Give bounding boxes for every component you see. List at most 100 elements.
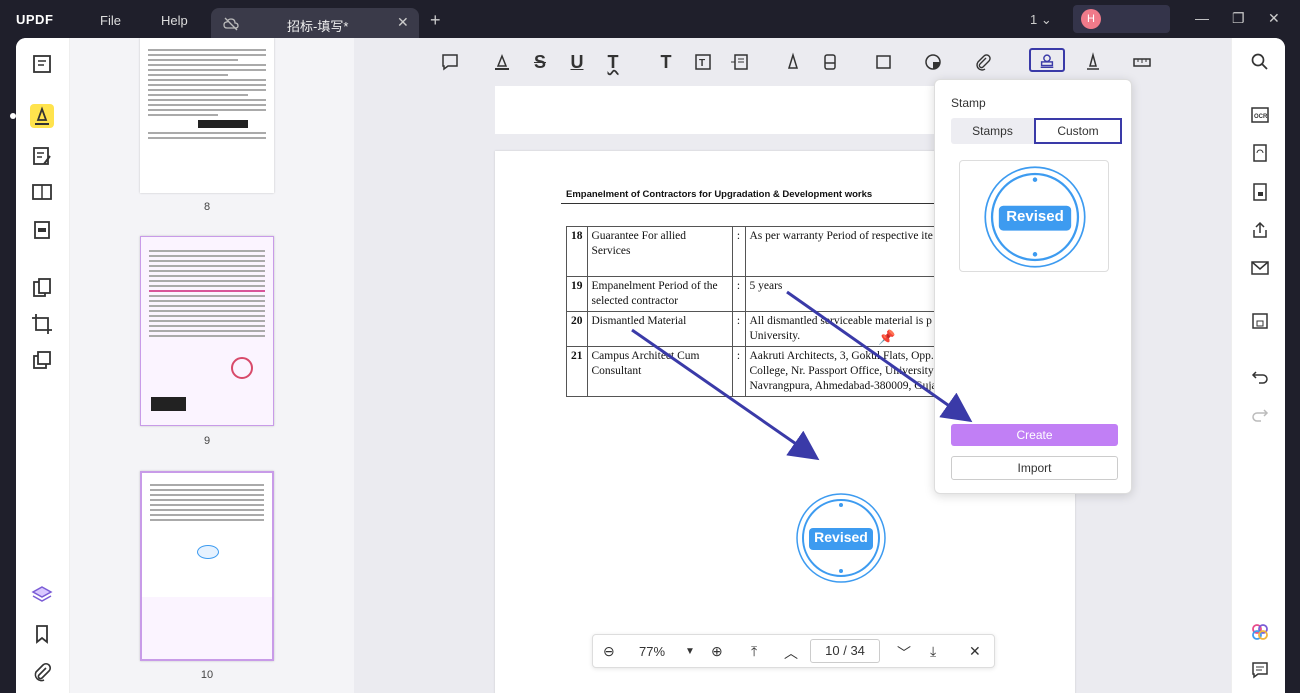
underline-icon[interactable]: U xyxy=(565,50,589,74)
stamp-label: Revised xyxy=(814,529,868,545)
total-pages: 34 xyxy=(850,643,865,658)
current-page: 10 xyxy=(825,643,840,658)
close-window-icon[interactable]: ✕ xyxy=(1268,10,1280,27)
signature-icon[interactable] xyxy=(1081,50,1105,74)
protect-icon[interactable] xyxy=(1250,182,1270,202)
svg-text:T: T xyxy=(699,58,705,69)
row-label: Dismantled Material xyxy=(586,311,733,347)
zoom-level[interactable]: 77% xyxy=(639,644,665,659)
tab-stamps[interactable]: Stamps xyxy=(951,118,1034,144)
sticker-icon[interactable] xyxy=(921,50,945,74)
text-box-icon[interactable]: T xyxy=(691,50,715,74)
popover-title: Stamp xyxy=(951,96,986,110)
menu-file[interactable]: File xyxy=(100,13,121,28)
import-button[interactable]: Import xyxy=(951,456,1118,480)
shape-icon[interactable] xyxy=(872,50,896,74)
custom-stamp-card[interactable]: Revised xyxy=(959,160,1109,272)
share-icon[interactable] xyxy=(1250,220,1270,240)
next-page-icon[interactable]: ﹀ xyxy=(897,643,911,663)
row-value: As per warranty Period of respective ite xyxy=(744,226,946,277)
reader-icon[interactable] xyxy=(30,52,54,76)
pin-icon[interactable]: 📌 xyxy=(878,329,895,346)
strikethrough-icon[interactable]: S xyxy=(528,50,552,74)
search-icon[interactable] xyxy=(1250,52,1270,72)
previous-page-icon[interactable]: ︿ xyxy=(784,643,798,663)
ocr-icon[interactable]: OCR xyxy=(1250,105,1270,125)
title-bar: UPDF File Help 招标-填写* ✕ + 1 ⌄ H — ❐ ✕ xyxy=(0,0,1300,40)
stamp-label: Revised xyxy=(1006,208,1064,225)
crop-icon[interactable] xyxy=(30,312,54,336)
close-nav-icon[interactable]: ✕ xyxy=(969,643,981,660)
stamp-tool-button[interactable] xyxy=(1029,48,1065,72)
layers-icon[interactable] xyxy=(30,583,54,607)
menu-help[interactable]: Help xyxy=(161,13,188,28)
thumbnail-page-10[interactable] xyxy=(140,471,274,661)
new-tab-icon[interactable]: + xyxy=(430,10,441,31)
row-label: Campus Architect Cum Consultant xyxy=(586,346,733,397)
comments-list-icon[interactable] xyxy=(1250,660,1270,680)
left-toolbar xyxy=(16,38,70,693)
user-account[interactable]: H xyxy=(1073,5,1170,33)
row-colon: : xyxy=(731,226,746,277)
contract-table: 18 Guarantee For allied Services : As pe… xyxy=(566,226,946,397)
tab-label: 招标-填写* xyxy=(287,19,349,34)
attach-file-icon[interactable] xyxy=(971,50,995,74)
zoom-in-icon[interactable]: ⊕ xyxy=(711,643,723,660)
zoom-dropdown-icon[interactable]: ▼ xyxy=(685,646,695,657)
page-view-icon[interactable] xyxy=(30,180,54,204)
thumbnail-label: 9 xyxy=(203,435,211,447)
first-page-icon[interactable]: ⤒ xyxy=(751,643,757,660)
attachment-icon[interactable] xyxy=(30,660,54,684)
organize-pages-icon[interactable] xyxy=(30,276,54,300)
redo-icon[interactable] xyxy=(1250,404,1270,424)
note-icon[interactable] xyxy=(438,50,462,74)
create-button[interactable]: Create xyxy=(951,424,1118,446)
save-icon[interactable] xyxy=(1250,311,1270,331)
convert-icon[interactable] xyxy=(1250,143,1270,163)
text-callout-icon[interactable] xyxy=(728,50,752,74)
row-label: Empanelment Period of the selected contr… xyxy=(586,276,733,312)
window-page-selector[interactable]: 1 ⌄ xyxy=(1030,12,1052,28)
edit-pdf-icon[interactable] xyxy=(30,144,54,168)
window-page-number: 1 xyxy=(1030,12,1038,27)
form-icon[interactable] xyxy=(30,218,54,242)
row-colon: : xyxy=(731,311,746,347)
page-navigation-bar: ⊖ 77% ▼ ⊕ ⤒ ︿ 10 / 34 ﹀ ⤓ ✕ xyxy=(592,634,995,668)
document-heading: Empanelment of Contractors for Upgradati… xyxy=(566,189,873,200)
squiggly-icon[interactable]: T xyxy=(601,50,625,74)
thumbnail-label: 8 xyxy=(203,201,211,213)
thumbnail-panel: 8 9 10 xyxy=(70,38,354,693)
stamp-popover: Stamp Stamps Custom Revised Create Impor… xyxy=(934,79,1132,494)
restore-icon[interactable]: ❐ xyxy=(1232,10,1245,27)
close-tab-icon[interactable]: ✕ xyxy=(397,14,409,31)
mail-icon[interactable] xyxy=(1250,258,1270,278)
table-row: 18 Guarantee For allied Services : As pe… xyxy=(566,226,946,277)
avatar: H xyxy=(1081,9,1101,29)
placed-stamp[interactable]: Revised xyxy=(795,492,887,584)
thumbnail-label: 10 xyxy=(200,669,214,681)
text-icon[interactable]: T xyxy=(654,50,678,74)
row-value: 5 years xyxy=(744,276,946,312)
page-number-input[interactable]: 10 / 34 xyxy=(810,639,880,663)
tab-custom[interactable]: Custom xyxy=(1034,118,1122,144)
svg-text:OCR: OCR xyxy=(1254,114,1268,120)
ai-assistant-icon[interactable] xyxy=(1250,622,1270,642)
highlight-icon[interactable] xyxy=(490,50,514,74)
document-tab[interactable]: 招标-填写* ✕ xyxy=(211,8,419,40)
tools-icon[interactable] xyxy=(30,348,54,372)
minimize-icon[interactable]: — xyxy=(1195,10,1209,26)
measure-icon[interactable] xyxy=(1130,50,1154,74)
table-row: 19 Empanelment Period of the selected co… xyxy=(566,276,946,312)
last-page-icon[interactable]: ⤓ xyxy=(930,643,936,660)
thumbnail-page-8[interactable] xyxy=(140,38,274,193)
bookmark-icon[interactable] xyxy=(30,622,54,646)
thumbnail-page-9[interactable] xyxy=(140,236,274,426)
undo-icon[interactable] xyxy=(1250,366,1270,386)
pencil-icon[interactable] xyxy=(781,50,805,74)
row-label: Guarantee For allied Services xyxy=(586,226,733,277)
zoom-out-icon[interactable]: ⊖ xyxy=(603,643,615,660)
eraser-icon[interactable] xyxy=(818,50,842,74)
comment-mode-icon[interactable] xyxy=(30,104,54,128)
row-value: All dismantled serviceable material is p… xyxy=(744,311,946,347)
chevron-down-icon: ⌄ xyxy=(1040,12,1052,27)
